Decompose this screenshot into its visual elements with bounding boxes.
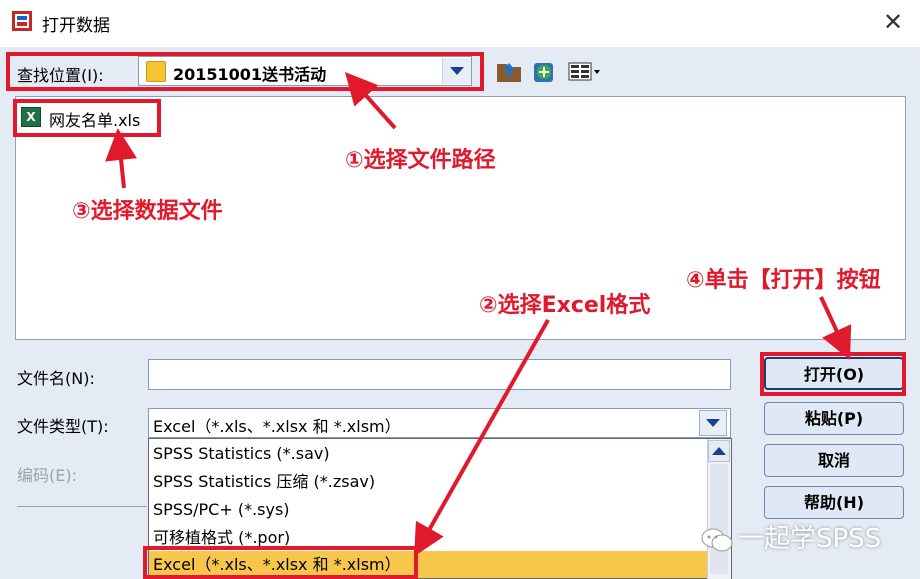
annotation-step1: ①选择文件路径 xyxy=(345,148,496,173)
annotation-box-file xyxy=(13,99,161,137)
file-type-option[interactable]: SPSS Statistics 压缩 (*.zsav) xyxy=(149,468,709,495)
file-type-value: Excel（*.xls、*.xlsx 和 *.xlsm） xyxy=(153,417,401,436)
new-folder-icon[interactable] xyxy=(532,60,556,83)
wechat-icon xyxy=(701,528,733,551)
divider xyxy=(17,506,147,507)
spss-app-icon xyxy=(11,10,33,32)
file-type-option[interactable]: SPSS/PC+ (*.sys) xyxy=(149,496,709,523)
watermark: 一起学SPSS xyxy=(700,518,881,555)
annotation-step4: ④单击【打开】按钮 xyxy=(686,268,881,293)
file-name-label: 文件名(N): xyxy=(17,369,95,388)
title-bar xyxy=(0,0,920,47)
up-folder-icon[interactable] xyxy=(496,60,522,83)
annotation-step3: ③选择数据文件 xyxy=(72,199,223,224)
chevron-down-icon[interactable] xyxy=(699,410,727,436)
window-title: 打开数据 xyxy=(42,16,110,36)
encoding-label: 编码(E): xyxy=(17,466,77,485)
watermark-text: 一起学SPSS xyxy=(738,524,882,554)
paste-button[interactable]: 粘贴(P) xyxy=(764,402,904,435)
help-button[interactable]: 帮助(H) xyxy=(764,486,904,519)
annotation-box-look-in xyxy=(6,52,484,91)
cancel-button[interactable]: 取消 xyxy=(764,444,904,477)
scroll-up-icon[interactable] xyxy=(708,440,730,462)
file-name-input[interactable] xyxy=(148,359,731,390)
annotation-box-excel xyxy=(143,546,418,579)
view-menu-icon[interactable] xyxy=(568,61,602,83)
close-icon[interactable]: ✕ xyxy=(879,8,907,36)
file-type-label: 文件类型(T): xyxy=(17,417,109,436)
file-type-option[interactable]: SPSS Statistics (*.sav) xyxy=(149,440,709,467)
annotation-step2: ②选择Excel格式 xyxy=(479,293,651,318)
annotation-box-open xyxy=(760,352,906,396)
